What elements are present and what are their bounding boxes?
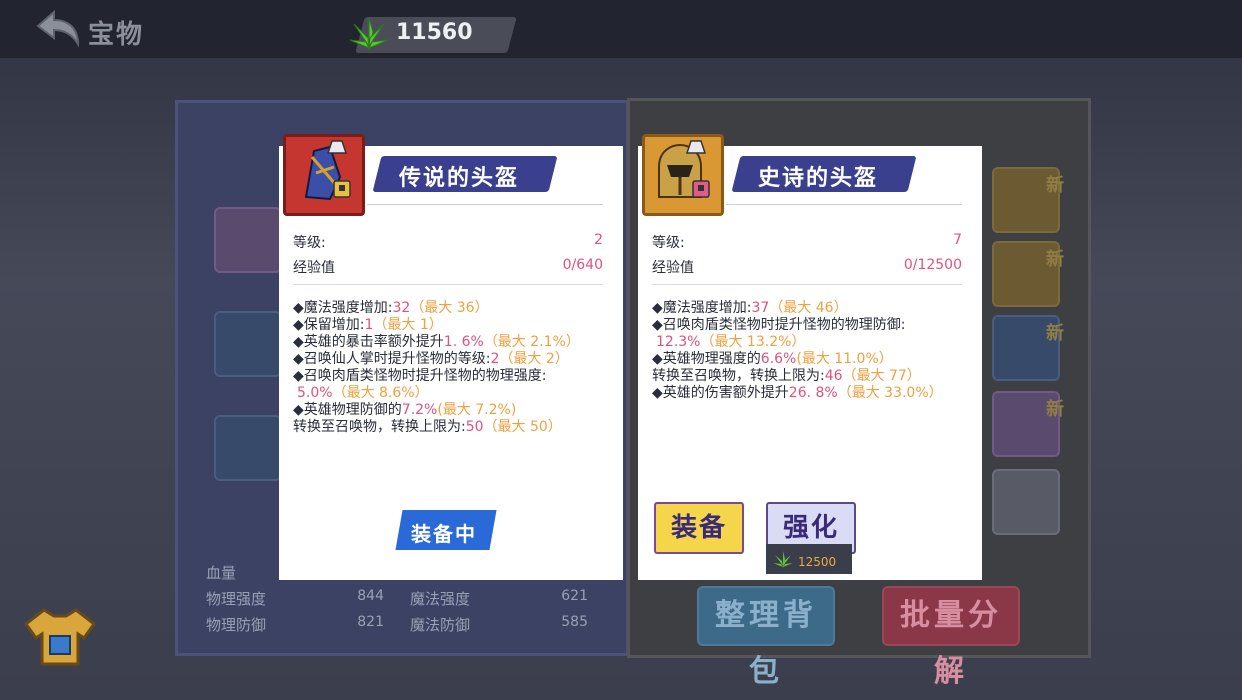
upgrade-cost: 12500 xyxy=(798,555,837,569)
attribute-line: 转换至召唤物，转换上限为:50（最大 50） xyxy=(293,419,562,435)
exp-value: 0/12500 xyxy=(903,257,962,273)
attribute-line: ◆召唤仙人掌时提升怪物的等级:2（最大 2） xyxy=(293,351,569,367)
attribute-line: ◆英雄的暴击率额外提升1. 6%（最大 2.1%） xyxy=(293,334,580,350)
stat-value: 821 xyxy=(357,614,384,630)
exp-value: 0/640 xyxy=(562,257,603,273)
helmet-icon xyxy=(658,140,710,198)
stat-value: 585 xyxy=(561,614,588,630)
currency-amount: 11560 xyxy=(396,20,473,45)
stat-label: 物理防御 xyxy=(206,616,267,634)
inventory-slot[interactable]: 新 xyxy=(992,167,1064,233)
divider xyxy=(293,284,603,285)
item-icon-frame xyxy=(283,134,365,216)
equip-slot[interactable] xyxy=(214,415,282,481)
new-badge: 新 xyxy=(1046,175,1064,196)
inventory-slot[interactable] xyxy=(992,469,1060,535)
equipped-label: 装备中 xyxy=(411,522,477,546)
attribute-line: ◆召唤肉盾类怪物时提升怪物的物理防御: xyxy=(652,317,906,333)
inventory-slot[interactable]: 新 xyxy=(992,391,1064,457)
item-icon-frame xyxy=(642,134,724,216)
attribute-line: ◆英雄的伤害额外提升26. 8%（最大 33.0%） xyxy=(652,385,943,401)
top-bar xyxy=(0,0,1242,58)
attribute-line: 5.0%（最大 8.6%） xyxy=(297,385,429,401)
item-name: 史诗的头盔 xyxy=(758,166,879,191)
leaf-currency-icon xyxy=(349,17,389,51)
attribute-line: 12.3%（最大 13.2%） xyxy=(656,334,806,350)
title-underline xyxy=(726,204,962,205)
leaf-currency-icon xyxy=(773,551,793,568)
attribute-line: ◆英雄物理强度的6.6%(最大 11.0%） xyxy=(652,351,893,367)
attribute-line: ◆英雄物理防御的7.2%(最大 7.2%) xyxy=(293,402,517,418)
sort-bag-button[interactable]: 整理背包 xyxy=(697,586,835,689)
level-label: 等级: xyxy=(652,235,685,251)
divider xyxy=(652,284,962,285)
back-arrow-icon[interactable] xyxy=(34,8,82,48)
attribute-line: ◆魔法强度增加:32（最大 36） xyxy=(293,300,489,316)
level-value: 2 xyxy=(594,232,603,248)
stat-label: 魔法防御 xyxy=(410,616,471,634)
stat-value: 621 xyxy=(561,588,588,604)
attribute-line: ◆保留增加:1（最大 1） xyxy=(293,317,443,333)
new-badge: 新 xyxy=(1046,249,1064,270)
item-card-epic: 史诗的头盔 等级: 7 经验值 0/12500 ◆魔法强度增加:37（最大 46… xyxy=(638,134,982,580)
stat-value: 844 xyxy=(357,588,384,604)
shirt-icon[interactable] xyxy=(22,606,98,668)
inventory-slot[interactable]: 新 xyxy=(992,241,1064,307)
exp-label: 经验值 xyxy=(652,260,694,276)
stat-label: 物理强度 xyxy=(206,590,267,608)
equip-slot[interactable] xyxy=(214,207,282,273)
item-name: 传说的头盔 xyxy=(399,166,520,191)
equip-button[interactable]: 装备 xyxy=(654,502,744,554)
attribute-line: ◆魔法强度增加:37（最大 46） xyxy=(652,300,848,316)
level-value: 7 xyxy=(953,232,962,248)
item-card-legendary: 传说的头盔 等级: 2 经验值 0/640 ◆魔法强度增加:32（最大 36） … xyxy=(279,134,623,580)
new-badge: 新 xyxy=(1046,399,1064,420)
exp-label: 经验值 xyxy=(293,260,335,276)
page-title: 宝物 xyxy=(88,20,145,50)
helmet-icon xyxy=(304,140,351,201)
attribute-line: 转换至召唤物，转换上限为:46（最大 77） xyxy=(652,368,921,384)
level-label: 等级: xyxy=(293,235,326,251)
stat-label: 血量 xyxy=(206,564,237,582)
stat-label: 魔法强度 xyxy=(410,590,471,608)
title-underline xyxy=(367,204,603,205)
attribute-line: ◆召唤肉盾类怪物时提升怪物的物理强度: xyxy=(293,368,547,384)
inventory-slot[interactable]: 新 xyxy=(992,315,1064,381)
equip-slot[interactable] xyxy=(214,311,282,377)
batch-decompose-button[interactable]: 批量分解 xyxy=(882,586,1020,689)
new-badge: 新 xyxy=(1046,323,1064,344)
